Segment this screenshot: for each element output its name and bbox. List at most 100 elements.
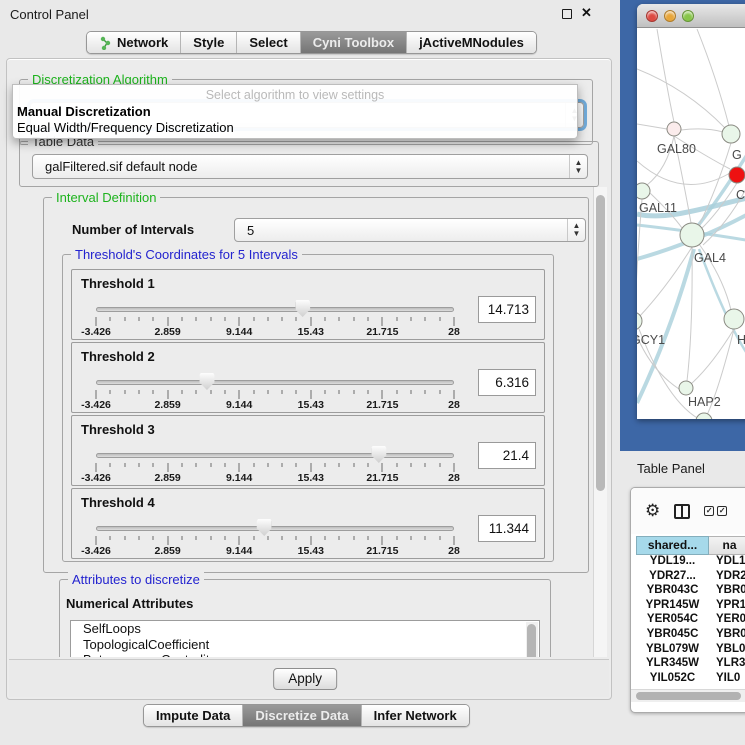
table-data-combobox[interactable]: galFiltered.sif default node ▲▼ — [32, 154, 588, 179]
split-columns-icon[interactable] — [674, 504, 690, 519]
table-row[interactable]: YPR145WYPR1 — [636, 599, 745, 614]
threshold-4-slider[interactable]: -3.4262.8599.14415.4321.71528 — [96, 519, 454, 557]
threshold-4-value[interactable]: 11.344 — [478, 515, 536, 542]
table-panel-window: ⚙ ✓ ✓ shared... na YDL19...YDL1YDR27...Y… — [630, 487, 745, 713]
slider-tick-labels: -3.4262.8599.14415.4321.71528 — [96, 545, 454, 557]
slider-thumb[interactable] — [295, 300, 310, 317]
attributes-group-title: Attributes to discretize — [68, 572, 204, 587]
attributes-group: Attributes to discretize Numerical Attri… — [59, 579, 551, 657]
threshold-3-panel: Threshold 3 -3.4262.8599.14415.4321.7152… — [71, 415, 545, 486]
tab-style-label: Style — [193, 35, 224, 50]
slider-track[interactable] — [96, 380, 454, 385]
network-node[interactable] — [729, 167, 745, 183]
network-node[interactable] — [637, 183, 650, 199]
table-row[interactable]: YDL19...YDL1 — [636, 555, 745, 570]
threshold-4-panel: Threshold 4 -3.4262.8599.14415.4321.7152… — [71, 488, 545, 559]
slider-tick-labels: -3.4262.8599.14415.4321.71528 — [96, 472, 454, 484]
tab-infer-network[interactable]: Infer Network — [362, 705, 469, 726]
table-hscrollbar-thumb[interactable] — [636, 692, 741, 700]
slider-thumb[interactable] — [199, 373, 214, 390]
slider-ticks — [96, 317, 454, 326]
tab-discretize-data[interactable]: Discretize Data — [243, 705, 361, 726]
attribute-list-item[interactable]: TopologicalCoefficient — [71, 637, 539, 653]
apply-button[interactable]: Apply — [273, 668, 337, 690]
network-node[interactable] — [722, 125, 740, 143]
network-node-label: H — [737, 333, 745, 347]
combo-stepper-icon: ▲▼ — [567, 219, 585, 241]
table-hscrollbar[interactable] — [631, 689, 745, 702]
threshold-label: Threshold 4 — [81, 495, 155, 510]
float-window-icon[interactable] — [562, 9, 572, 19]
thresholds-group-title: Threshold's Coordinates for 5 Intervals — [71, 247, 302, 262]
attribute-list-item[interactable]: BetweennessCentrality — [71, 652, 539, 657]
menu-item-manual-discretization[interactable]: Manual Discretization — [17, 104, 151, 119]
threshold-3-value[interactable]: 21.4 — [478, 442, 536, 469]
network-node[interactable] — [724, 309, 744, 329]
tab-infer-network-label: Infer Network — [374, 708, 457, 723]
table-toolbar: ⚙ ✓ ✓ — [631, 488, 745, 534]
threshold-2-value[interactable]: 6.316 — [478, 369, 536, 396]
gear-icon[interactable]: ⚙ — [645, 501, 660, 521]
table-row[interactable]: YLR345WYLR3 — [636, 657, 745, 672]
checkbox-checked-icon[interactable]: ✓ — [717, 506, 727, 516]
tab-impute-data[interactable]: Impute Data — [144, 705, 243, 726]
minimize-traffic-light[interactable] — [664, 10, 676, 22]
attribute-list-item[interactable]: SelfLoops — [71, 621, 539, 637]
settings-scrollbar[interactable] — [593, 187, 607, 657]
threshold-label: Threshold 3 — [81, 422, 155, 437]
network-node[interactable] — [696, 413, 712, 419]
list-scrollbar[interactable] — [526, 622, 538, 657]
slider-thumb[interactable] — [257, 519, 272, 536]
slider-tick-labels: -3.4262.8599.14415.4321.71528 — [96, 326, 454, 338]
slider-ticks — [96, 536, 454, 545]
column-header-name[interactable]: na — [709, 536, 745, 555]
list-scrollbar-thumb[interactable] — [527, 624, 536, 657]
numerical-attributes-label: Numerical Attributes — [66, 596, 193, 611]
close-icon[interactable]: ✕ — [581, 5, 592, 21]
number-of-intervals-combobox[interactable]: 5 ▲▼ — [234, 218, 586, 242]
column-header-shared-name[interactable]: shared... — [636, 536, 709, 555]
slider-track[interactable] — [96, 526, 454, 531]
network-canvas[interactable]: GAL80GCGAL11GAL4GCY1HHAP2 — [637, 29, 745, 419]
network-node-label: GAL11 — [639, 201, 677, 215]
table-row[interactable]: YBR043CYBR0 — [636, 584, 745, 599]
threshold-3-slider[interactable]: -3.4262.8599.14415.4321.71528 — [96, 446, 454, 484]
tab-jactivemnodules[interactable]: jActiveMNodules — [407, 32, 536, 53]
threshold-2-slider[interactable]: -3.4262.8599.14415.4321.71528 — [96, 373, 454, 411]
table-row[interactable]: YDR27...YDR2 — [636, 570, 745, 585]
table-row[interactable]: YER054CYER0 — [636, 613, 745, 628]
slider-track[interactable] — [96, 307, 454, 312]
attribute-items: SelfLoopsTopologicalCoefficientBetweenne… — [71, 621, 539, 657]
network-node[interactable] — [680, 223, 704, 247]
menu-item-equal-width-frequency[interactable]: Equal Width/Frequency Discretization — [17, 120, 234, 135]
tab-network-label: Network — [117, 35, 168, 50]
control-panel-titlebar: Control Panel ✕ — [0, 0, 620, 28]
threshold-1-slider[interactable]: -3.4262.8599.14415.4321.71528 — [96, 300, 454, 338]
settings-scrollbar-thumb[interactable] — [596, 195, 605, 491]
table-row[interactable]: YBL079WYBL0 — [636, 643, 745, 658]
table-panel-title: Table Panel — [637, 461, 705, 476]
network-node[interactable] — [667, 122, 681, 136]
checkbox-checked-icon[interactable]: ✓ — [704, 506, 714, 516]
network-node-label: G — [732, 148, 742, 162]
threshold-1-panel: Threshold 1 -3.4262.8599.14415.4321.7152… — [71, 269, 545, 340]
tab-style[interactable]: Style — [181, 32, 237, 53]
network-node[interactable] — [679, 381, 693, 395]
zoom-traffic-light[interactable] — [682, 10, 694, 22]
tab-jactivemnodules-label: jActiveMNodules — [419, 35, 524, 50]
network-nodes[interactable] — [637, 122, 745, 419]
table-row[interactable]: YIL052CYIL0 — [636, 672, 745, 687]
slider-thumb[interactable] — [371, 446, 386, 463]
network-node-label: C — [736, 188, 745, 202]
table-row[interactable]: YBR045CYBR0 — [636, 628, 745, 643]
slider-track[interactable] — [96, 453, 454, 458]
algorithm-hint: Select algorithm to view settings — [13, 88, 577, 102]
tab-network[interactable]: Network — [87, 32, 181, 53]
tab-cyni-toolbox[interactable]: Cyni Toolbox — [301, 32, 407, 53]
tab-select[interactable]: Select — [237, 32, 300, 53]
cyni-toolbox-panel: Discretization Algorithm ▲▼ Table Data g… — [6, 58, 612, 700]
close-traffic-light[interactable] — [646, 10, 658, 22]
checkbox-icons[interactable]: ✓ ✓ — [704, 506, 727, 516]
threshold-1-value[interactable]: 14.713 — [478, 296, 536, 323]
numerical-attributes-list[interactable]: SelfLoopsTopologicalCoefficientBetweenne… — [70, 620, 540, 657]
